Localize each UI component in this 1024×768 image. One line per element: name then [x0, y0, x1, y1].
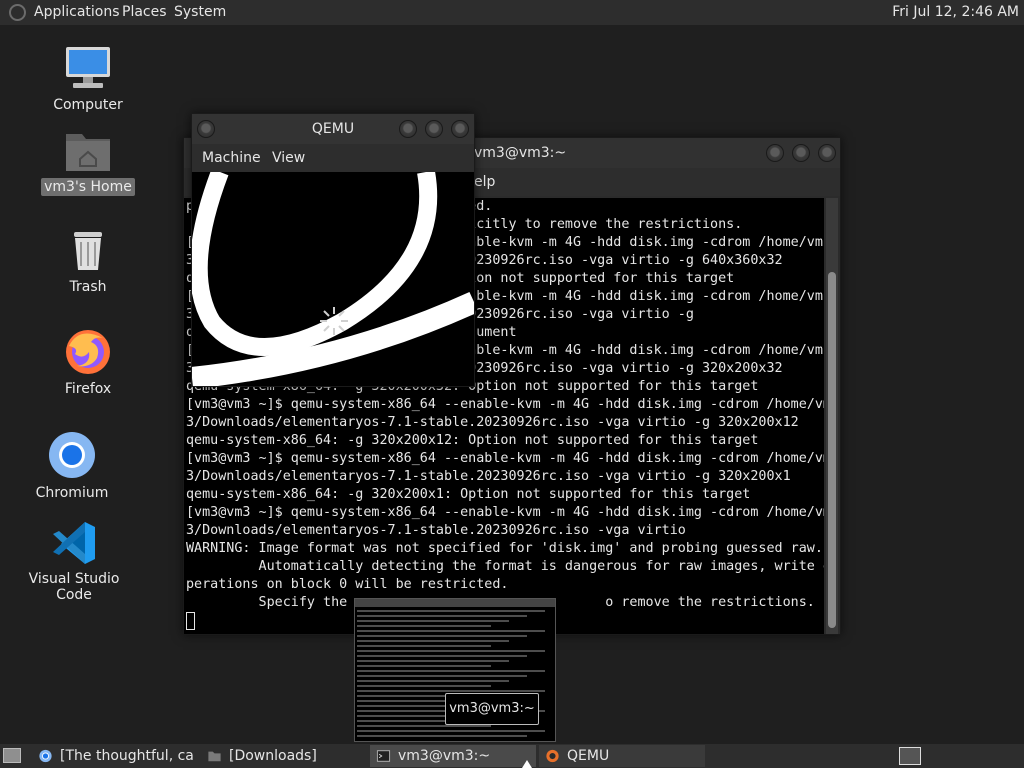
maximize-button[interactable] [792, 144, 810, 162]
desktop-icon-home[interactable]: vm3's Home [38, 128, 138, 196]
terminal-line: 3/Downloads/elementaryos-7.1-stable.2023… [186, 415, 799, 430]
terminal-line: [vm3@vm3 ~]$ qemu-system-x86_64 --enable… [186, 397, 824, 412]
taskbar-item-qemu[interactable]: QEMU [539, 745, 705, 767]
preview-label-box: vm3@vm3:~ [445, 693, 539, 725]
qemu-titlebar[interactable]: QEMU [192, 114, 474, 144]
terminal-line: Automatically detecting the format is da… [186, 559, 824, 574]
maximize-button[interactable] [425, 120, 443, 138]
desktop-icon-label: Trash [69, 279, 107, 295]
system-menu[interactable]: System [174, 4, 226, 20]
terminal-line: 3/Downloads/elementaryos-7.1-stable.2023… [186, 523, 686, 538]
machine-menu[interactable]: Machine [202, 144, 261, 172]
workspace-1[interactable] [899, 747, 921, 765]
terminal-line: WARNING: Image format was not specified … [186, 541, 823, 556]
desktop-icon-vscode[interactable]: Visual Studio Code [14, 520, 134, 604]
places-menu[interactable]: Places [122, 4, 167, 20]
taskbar-item-label: [Downloads] [229, 748, 317, 764]
desktop-icon-label: Chromium [35, 485, 109, 501]
view-menu[interactable]: View [272, 144, 305, 172]
terminal-scrollbar[interactable] [826, 198, 838, 634]
qemu-display[interactable] [192, 172, 474, 386]
terminal-icon [376, 750, 391, 762]
taskbar-item-chromium[interactable]: [The thoughtful, ca... [32, 745, 194, 767]
taskbar-item-label: [The thoughtful, ca... [60, 748, 194, 764]
terminal-title: vm3@vm3:~ [474, 145, 567, 161]
bottom-panel: [The thoughtful, ca... [Downloads] vm3@v… [0, 744, 1024, 768]
taskbar-item-label: vm3@vm3:~ [398, 748, 491, 764]
desktop-icon-computer[interactable]: Computer [38, 44, 138, 114]
preview-label: vm3@vm3:~ [449, 701, 535, 716]
workspace-switcher[interactable] [897, 747, 1021, 765]
show-desktop-button[interactable] [3, 748, 21, 763]
firefox-icon [66, 330, 110, 374]
clock[interactable]: Fri Jul 12, 2:46 AM [892, 4, 1019, 20]
applications-menu[interactable]: Applications [34, 4, 120, 20]
mouse-pointer-icon [522, 760, 532, 768]
taskbar-item-terminal[interactable]: vm3@vm3:~ [370, 745, 536, 767]
window-menu-button[interactable] [197, 120, 215, 138]
applications-menu-icon[interactable] [9, 4, 26, 21]
desktop-icon-firefox[interactable]: Firefox [38, 326, 138, 398]
desktop-icon-trash[interactable]: Trash [38, 228, 138, 296]
taskbar-item-downloads[interactable]: [Downloads] [201, 745, 363, 767]
computer-icon [66, 47, 110, 88]
qemu-menubar: Machine View [192, 144, 474, 172]
minimize-button[interactable] [766, 144, 784, 162]
desktop-icon-chromium[interactable]: Chromium [22, 430, 122, 502]
terminal-line: qemu-system-x86_64: -g 320x200x12: Optio… [186, 433, 759, 448]
qemu-title: QEMU [311, 121, 355, 137]
terminal-line: [vm3@vm3 ~]$ qemu-system-x86_64 --enable… [186, 451, 824, 466]
qemu-icon [546, 749, 559, 763]
scrollbar-thumb[interactable] [828, 272, 836, 628]
taskbar-item-label: QEMU [567, 748, 610, 764]
help-menu[interactable]: elp [474, 168, 495, 196]
terminal-cursor [186, 612, 195, 630]
terminal-line: 3/Downloads/elementaryos-7.1-stable.2023… [186, 469, 791, 484]
home-folder-icon [66, 134, 110, 171]
minimize-button[interactable] [399, 120, 417, 138]
desktop-icon-label: Computer [53, 97, 123, 113]
trash-icon [74, 232, 102, 270]
desktop-icon-label: Visual Studio Code [28, 571, 120, 603]
close-button[interactable] [451, 120, 469, 138]
desktop-icon-label: vm3's Home [41, 178, 135, 196]
folder-icon [208, 751, 221, 762]
close-button[interactable] [818, 144, 836, 162]
desktop-icon-label: Firefox [64, 381, 112, 397]
vscode-icon [53, 522, 95, 564]
terminal-line: [vm3@vm3 ~]$ qemu-system-x86_64 --enable… [186, 505, 824, 520]
window-preview-popup[interactable]: vm3@vm3:~ [354, 598, 556, 742]
top-panel: Applications Places System Fri Jul 12, 2… [0, 0, 1024, 25]
terminal-line: perations on block 0 will be restricted. [186, 577, 509, 592]
chromium-icon [39, 749, 52, 763]
qemu-window[interactable]: QEMU Machine View [191, 113, 475, 387]
chromium-icon [49, 432, 95, 478]
terminal-line: qemu-system-x86_64: -g 320x200x1: Option… [186, 487, 751, 502]
